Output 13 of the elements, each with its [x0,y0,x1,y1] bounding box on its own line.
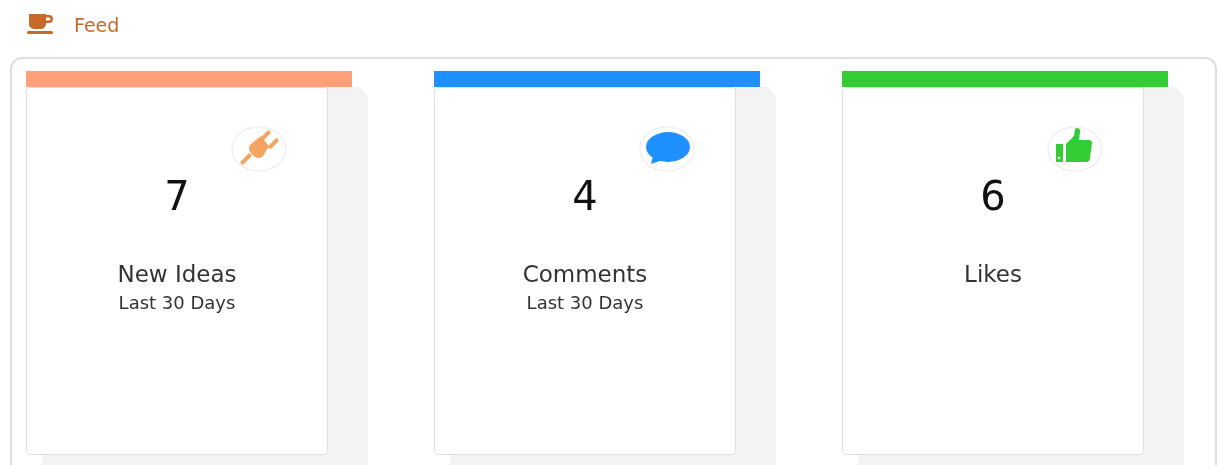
thumbs-up-icon [1047,126,1103,172]
stat-title: New Ideas [117,261,237,287]
stat-title: Likes [964,261,1022,287]
page-title: Feed [74,13,120,36]
stat-value: 6 [980,176,1006,216]
coffee-cup-icon [26,12,56,36]
plug-icon [231,126,287,172]
stat-subtitle: Last 30 Days [526,292,644,313]
stat-value: 7 [164,176,190,216]
stat-title: Comments [522,261,648,287]
stat-subtitle: Last 30 Days [118,292,236,313]
stat-value: 4 [572,176,598,216]
speech-bubble-icon [639,126,695,172]
